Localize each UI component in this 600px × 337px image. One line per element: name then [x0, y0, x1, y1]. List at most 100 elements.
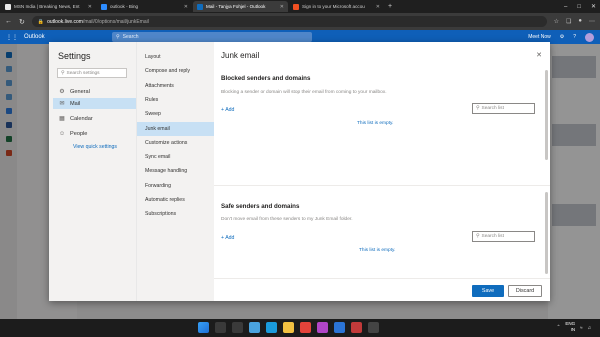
app-launcher-icon[interactable]: ⋮⋮: [6, 34, 18, 41]
settings-category-people[interactable]: ☺ People: [53, 128, 136, 139]
chevron-up-icon[interactable]: ⌃: [557, 324, 561, 330]
browser-tab[interactable]: MSN India | Breaking News, Ent ✕: [1, 1, 96, 12]
blocked-search-placeholder: Search list: [481, 106, 504, 111]
outlook-search-input[interactable]: ⚲ Search: [112, 32, 312, 42]
task-view-icon[interactable]: [232, 322, 243, 333]
back-icon[interactable]: ←: [5, 18, 12, 25]
address-toolbar: ← ↻ 🔒 outlook.live.com/mail/0/options/ma…: [0, 13, 600, 30]
settings-category-calendar[interactable]: ▦ Calendar: [53, 113, 136, 124]
widgets-icon[interactable]: [249, 322, 260, 333]
mail-subcategory-item[interactable]: Forwarding: [137, 179, 215, 193]
discard-button[interactable]: Discard: [508, 285, 542, 297]
browser-tab[interactable]: outlook - Bing ✕: [97, 1, 192, 12]
start-icon[interactable]: [198, 322, 209, 333]
mail-subcategory-item[interactable]: Junk email: [137, 121, 215, 136]
minimize-icon[interactable]: –: [564, 4, 567, 10]
tab-favicon-icon: [5, 3, 11, 10]
category-label: Mail: [70, 100, 81, 107]
settings-search-input[interactable]: ⚲ Search settings: [57, 68, 127, 78]
collections-icon[interactable]: ❏: [566, 18, 571, 25]
tab-close-icon[interactable]: ✕: [88, 4, 92, 10]
file-explorer-icon[interactable]: [283, 322, 294, 333]
search-icon: ⚲: [476, 234, 480, 239]
window-controls: – □ ✕: [564, 0, 596, 13]
settings-title: Settings: [58, 51, 91, 61]
save-button[interactable]: Save: [472, 285, 504, 297]
mail-subcategory-item[interactable]: Attachments: [137, 79, 215, 93]
add-blocked-sender-button[interactable]: + Add: [221, 107, 234, 113]
url-host: outlook.live.com: [47, 18, 83, 25]
blocked-senders-description: Blocking a sender or domain will stop th…: [221, 90, 387, 95]
address-bar[interactable]: 🔒 outlook.live.com/mail/0/options/mail/j…: [31, 16, 547, 27]
tab-title: outlook - Bing: [110, 4, 139, 9]
profile-icon[interactable]: ●: [578, 18, 582, 25]
tab-title: MSN India | Breaking News, Ent: [14, 4, 80, 9]
tab-favicon-icon: [197, 3, 203, 10]
gear-icon: ⚙: [59, 89, 65, 95]
pane-scrollbar[interactable]: [545, 70, 548, 160]
mail-icon: ✉: [59, 101, 65, 107]
lock-icon: 🔒: [37, 18, 45, 25]
mail-subcategory-item[interactable]: Message handling: [137, 164, 215, 178]
avatar[interactable]: [585, 32, 594, 42]
store-icon[interactable]: [334, 322, 345, 333]
tab-close-icon[interactable]: ✕: [184, 4, 188, 10]
mail-subcategory-item[interactable]: Customize actions: [137, 136, 215, 150]
settings-category-general[interactable]: ⚙ General: [53, 86, 136, 97]
close-icon[interactable]: ✕: [536, 51, 542, 59]
tab-favicon-icon: [101, 3, 107, 10]
mail-subcategory-item[interactable]: Subscriptions: [137, 207, 215, 221]
safe-senders-heading: Safe senders and domains: [221, 203, 300, 210]
browser-tab[interactable]: Mail - Tanjya Fohjel - Outlook ✕: [193, 1, 288, 12]
wifi-icon[interactable]: ≈: [580, 325, 582, 330]
mail-subcategory-item[interactable]: Sweep: [137, 107, 215, 121]
language-label: ENG: [565, 321, 576, 326]
close-window-icon[interactable]: ✕: [591, 3, 596, 10]
outlook-brand: Outlook: [24, 34, 45, 40]
mail-subcategory-item[interactable]: Rules: [137, 93, 215, 107]
search-icon: ⚲: [61, 70, 65, 76]
tab-close-icon[interactable]: ✕: [280, 4, 284, 10]
tab-title: Mail - Tanjya Fohjel - Outlook: [206, 4, 266, 9]
add-safe-sender-button[interactable]: + Add: [221, 235, 234, 241]
maximize-icon[interactable]: □: [577, 4, 581, 10]
system-tray: ⌃ ENG IN ≈ ♫: [557, 321, 596, 333]
region-label: IN: [570, 327, 576, 332]
favorites-icon[interactable]: ☆: [554, 18, 559, 25]
app-icon[interactable]: [351, 322, 362, 333]
settings-category-mail[interactable]: ✉ Mail: [53, 98, 136, 109]
add-safe-label: Add: [225, 235, 235, 241]
blocked-search-input[interactable]: ⚲ Search list: [472, 103, 535, 114]
mail-subcategory-item[interactable]: Automatic replies: [137, 193, 215, 207]
view-quick-settings-link[interactable]: View quick settings: [73, 144, 117, 150]
mail-subcategory-item[interactable]: Sync email: [137, 150, 215, 164]
language-indicator[interactable]: ENG IN: [565, 321, 575, 333]
search-icon: ⚲: [116, 34, 120, 40]
settings-icon[interactable]: ⚙: [560, 34, 564, 40]
url-path: /mail/0/options/mail/junkEmail: [82, 18, 149, 25]
photos-icon[interactable]: [317, 322, 328, 333]
safe-search-input[interactable]: ⚲ Search list: [472, 231, 535, 242]
more-icon[interactable]: ⋯: [589, 18, 595, 25]
pane-scrollbar[interactable]: [545, 192, 548, 274]
meet-now-button[interactable]: Meet Now: [528, 34, 551, 40]
tab-close-icon[interactable]: ✕: [376, 4, 380, 10]
app-icon[interactable]: [368, 322, 379, 333]
category-label: General: [70, 88, 90, 95]
browser-tab[interactable]: Sign in to your Microsoft accou ✕: [289, 1, 384, 12]
safe-senders-description: Don't move email from these senders to m…: [221, 217, 353, 222]
edge-icon[interactable]: [266, 322, 277, 333]
search-taskbar-icon[interactable]: [215, 322, 226, 333]
mail-subcategory-item[interactable]: Layout: [137, 50, 215, 64]
refresh-icon[interactable]: ↻: [19, 18, 25, 26]
chrome-icon[interactable]: [300, 322, 311, 333]
section-divider: [214, 185, 550, 186]
tab-title: Sign in to your Microsoft accou: [302, 4, 365, 9]
help-icon[interactable]: ?: [573, 34, 576, 40]
mail-subcategory-item[interactable]: Compose and reply: [137, 64, 215, 78]
volume-icon[interactable]: ♫: [588, 325, 591, 330]
settings-dialog: Settings ⚲ Search settings ⚙ General ✉ Mail…: [49, 42, 550, 301]
new-tab-button[interactable]: +: [388, 3, 392, 10]
settings-categories: Settings ⚲ Search settings ⚙ General ✉ Mail…: [49, 42, 136, 301]
category-label: People: [70, 130, 88, 137]
